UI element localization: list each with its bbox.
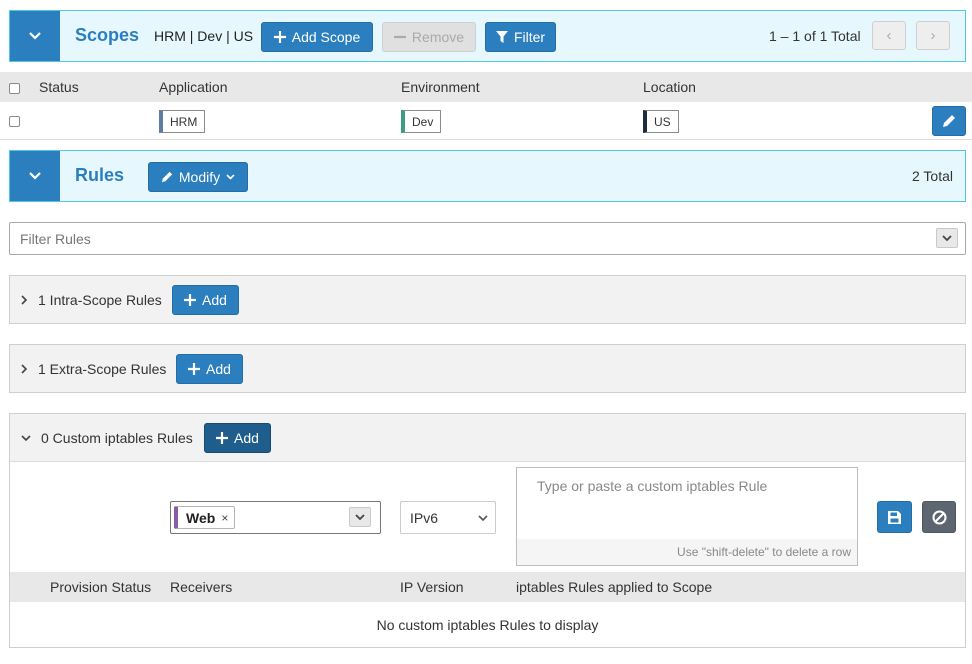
table-row: HRM Dev US	[0, 102, 972, 140]
location-tag: US	[643, 110, 679, 133]
pencil-icon	[161, 171, 173, 183]
filter-rules-input[interactable]: Filter Rules	[9, 222, 966, 255]
col-location: Location	[643, 79, 696, 95]
filter-label: Filter	[513, 29, 546, 45]
filter-rules-dropdown-button[interactable]	[936, 228, 958, 248]
add-intra-scope-button[interactable]: Add	[172, 285, 239, 315]
environment-tag-label: Dev	[412, 114, 434, 129]
modify-label: Modify	[178, 169, 221, 185]
environment-tag: Dev	[401, 110, 442, 133]
chevron-down-icon	[29, 32, 41, 40]
intra-scope-label[interactable]: 1 Intra-Scope Rules	[38, 292, 162, 308]
add-intra-label: Add	[202, 292, 227, 308]
rules-title: Rules	[75, 165, 125, 185]
shift-delete-hint: Use "shift-delete" to delete a row	[677, 545, 851, 559]
remove-label: Remove	[411, 29, 465, 45]
col-iptables-rules: iptables Rules applied to Scope	[516, 579, 713, 595]
add-extra-label: Add	[206, 361, 231, 377]
chevron-right-icon[interactable]	[21, 295, 28, 305]
iptables-rule-textarea[interactable]: Type or paste a custom iptables Rule Use…	[516, 467, 858, 566]
receivers-select[interactable]: Web ×	[170, 501, 381, 534]
custom-iptables-header: 0 Custom iptables Rules Add	[10, 414, 965, 462]
iptables-rule-placeholder: Type or paste a custom iptables Rule	[537, 478, 768, 494]
empty-state-message: No custom iptables Rules to display	[10, 617, 965, 633]
filter-rules-placeholder: Filter Rules	[20, 231, 91, 247]
application-tag-label: HRM	[170, 114, 198, 129]
remove-button[interactable]: Remove	[382, 22, 476, 52]
scopes-header: Scopes HRM | Dev | US Add Scope Remove F…	[9, 10, 966, 62]
rules-total: 2 Total	[912, 168, 953, 184]
chevron-right-icon[interactable]	[21, 364, 28, 374]
chevron-right-icon: ›	[930, 27, 936, 44]
plus-icon	[216, 432, 229, 444]
cancel-icon	[932, 510, 946, 524]
col-ip-version: IP Version	[400, 579, 464, 595]
receiver-tag-label: Web	[186, 509, 216, 526]
chevron-left-icon: ‹	[886, 27, 892, 44]
cancel-button[interactable]	[922, 501, 956, 533]
application-tag: HRM	[159, 110, 206, 133]
ip-version-value: IPv6	[410, 510, 439, 526]
textarea-footer: Use "shift-delete" to delete a row	[517, 539, 857, 565]
plus-icon	[273, 31, 286, 43]
plus-icon	[184, 294, 197, 306]
plus-icon	[188, 363, 201, 375]
receivers-dropdown-button[interactable]	[349, 507, 371, 527]
chevron-down-icon[interactable]	[21, 435, 31, 442]
chevron-down-icon	[226, 174, 235, 180]
pagination-text: 1 – 1 of 1 Total	[769, 28, 861, 44]
scopes-collapse-toggle[interactable]	[10, 11, 60, 61]
row-checkbox[interactable]	[9, 116, 20, 127]
add-scope-label: Add Scope	[291, 29, 361, 45]
chevron-down-icon	[478, 515, 488, 521]
col-receivers: Receivers	[170, 579, 233, 595]
intra-scope-panel: 1 Intra-Scope Rules Add	[9, 275, 966, 324]
rules-collapse-toggle[interactable]	[10, 151, 60, 201]
receiver-tag: Web ×	[174, 506, 236, 529]
pencil-icon	[943, 115, 955, 127]
add-custom-label: Add	[234, 430, 259, 446]
col-environment: Environment	[401, 79, 480, 95]
scope-label: HRM | Dev | US	[154, 28, 254, 44]
save-icon	[888, 510, 901, 524]
select-all-checkbox[interactable]	[9, 83, 20, 94]
next-page-button[interactable]: ›	[916, 21, 950, 50]
custom-iptables-label[interactable]: 0 Custom iptables Rules	[41, 430, 193, 446]
scopes-table-header: Status Application Environment Location	[0, 72, 972, 102]
extra-scope-label[interactable]: 1 Extra-Scope Rules	[38, 361, 166, 377]
prev-page-button[interactable]: ‹	[872, 21, 906, 50]
col-status: Status	[39, 79, 79, 95]
chevron-down-icon	[942, 235, 952, 241]
ip-version-select[interactable]: IPv6	[400, 501, 496, 534]
chevron-down-icon	[355, 514, 365, 520]
add-extra-scope-button[interactable]: Add	[176, 354, 243, 384]
edit-scope-button[interactable]	[932, 106, 966, 136]
col-application: Application	[159, 79, 228, 95]
modify-button[interactable]: Modify	[148, 162, 248, 192]
save-button[interactable]	[877, 501, 912, 533]
rules-header: Rules Modify 2 Total	[9, 150, 966, 202]
col-provision-status: Provision Status	[50, 579, 152, 595]
custom-iptables-panel: 0 Custom iptables Rules Add Web × IPv6 T…	[9, 413, 966, 648]
empty-state-text: No custom iptables Rules to display	[376, 617, 599, 633]
chevron-down-icon	[29, 172, 41, 180]
add-scope-button[interactable]: Add Scope	[261, 22, 373, 52]
extra-scope-panel: 1 Extra-Scope Rules Add	[9, 344, 966, 393]
remove-tag-icon[interactable]: ×	[221, 511, 228, 525]
scopes-title: Scopes	[75, 25, 140, 45]
filter-button[interactable]: Filter	[485, 22, 556, 52]
minus-icon	[393, 35, 406, 39]
filter-icon	[495, 31, 508, 43]
add-custom-iptables-button[interactable]: Add	[204, 423, 271, 453]
custom-iptables-table-header: Provision Status Receivers IP Version ip…	[10, 572, 965, 602]
location-tag-label: US	[654, 114, 671, 129]
